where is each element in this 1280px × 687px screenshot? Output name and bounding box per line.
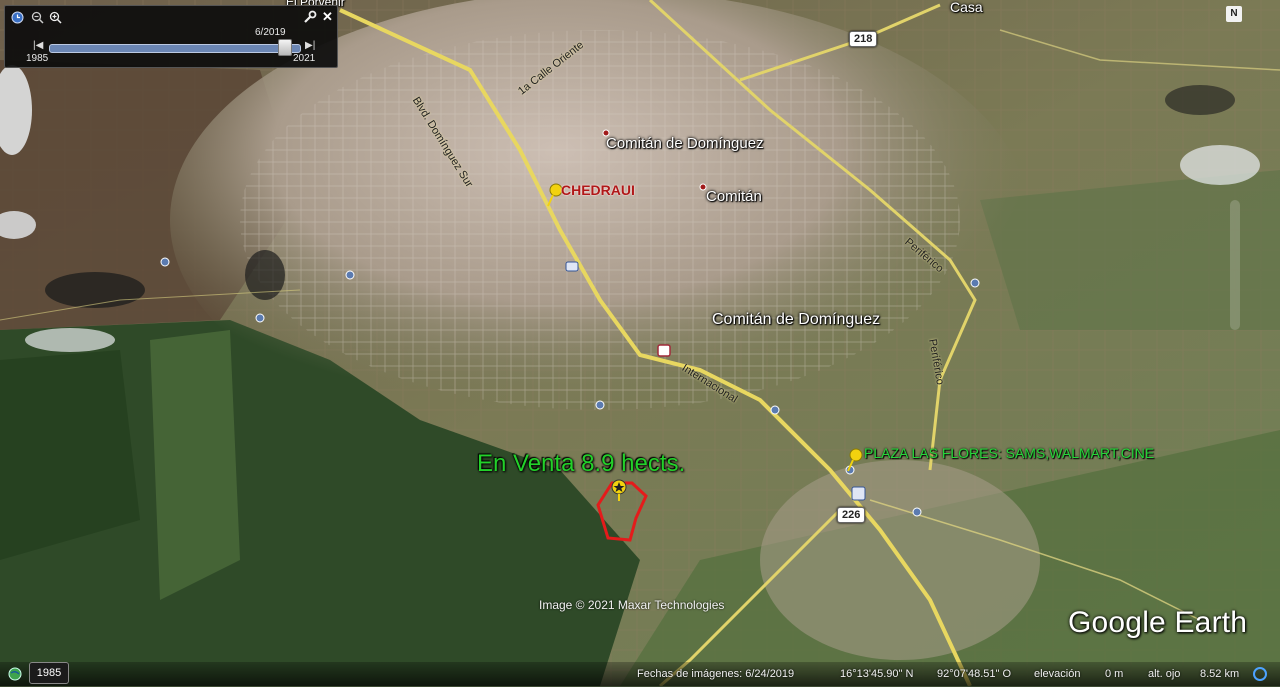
- historical-year-badge[interactable]: 1985: [29, 662, 69, 684]
- place-label-casa: Casa: [950, 0, 983, 15]
- placemark-label-plaza-las-flores[interactable]: PLAZA LAS FLORES: SAMS,WALMART,CINE: [864, 445, 1154, 461]
- globe-icon: [8, 667, 22, 686]
- eye-altitude-label: alt. ojo: [1148, 668, 1181, 680]
- history-time-slider[interactable]: [49, 44, 301, 53]
- history-date-label: 6/2019: [255, 27, 286, 38]
- close-icon[interactable]: ✕: [322, 10, 333, 23]
- satellite-map[interactable]: [0, 0, 1280, 686]
- elevation-label: elevación: [1034, 668, 1081, 680]
- latitude-readout: 16°13'45.90" N: [840, 668, 914, 680]
- step-back-icon[interactable]: |◀: [33, 39, 43, 52]
- zoom-slider[interactable]: [1230, 200, 1240, 330]
- compass-icon[interactable]: [1252, 666, 1268, 687]
- historical-imagery-panel: ✕ 6/2019 |◀ ▶| 1985 2021: [4, 5, 338, 68]
- placemark-label-chedraui[interactable]: CHEDRAUI: [561, 182, 635, 198]
- history-slider-thumb[interactable]: [278, 39, 292, 56]
- google-earth-logo: Google Earth: [1068, 606, 1248, 639]
- imagery-date: Fechas de imágenes: 6/24/2019: [637, 668, 795, 680]
- placemark-label-en-venta[interactable]: En Venta 8.9 hects.: [477, 450, 685, 478]
- place-label-comitan-de-dominguez-center: Comitán de Domínguez: [712, 311, 881, 328]
- highway-shield-218: 218: [849, 31, 878, 47]
- place-label-comitan-de-dominguez: Comitán de Domínguez: [606, 135, 764, 152]
- history-end-year: 2021: [293, 53, 316, 64]
- longitude-readout: 92°07'48.51" O: [937, 668, 1012, 680]
- zoom-in-icon[interactable]: [49, 11, 62, 26]
- imagery-attribution: Image © 2021 Maxar Technologies: [539, 598, 725, 612]
- highway-shield-226: 226: [837, 507, 866, 523]
- zoom-out-icon[interactable]: [31, 11, 44, 26]
- eye-altitude-value: 8.52 km: [1200, 668, 1240, 680]
- wrench-icon[interactable]: [303, 10, 317, 26]
- history-start-year: 1985: [26, 53, 49, 64]
- place-label-comitan: Comitán: [706, 188, 762, 205]
- north-arrow-icon[interactable]: N: [1226, 6, 1242, 22]
- step-forward-icon[interactable]: ▶|: [305, 39, 315, 52]
- elevation-value: 0 m: [1105, 668, 1124, 680]
- clock-icon[interactable]: [11, 11, 24, 26]
